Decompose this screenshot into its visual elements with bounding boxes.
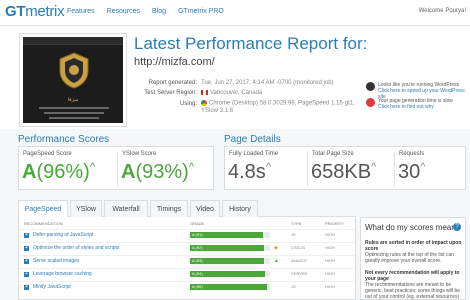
help-icon[interactable]: ? [453,223,461,231]
grade-bar: A (92) [190,245,270,251]
yslow-score[interactable]: YSlow Score A(93%)^ [118,147,214,189]
expand-icon[interactable]: + [24,272,29,277]
expand-icon[interactable]: + [24,259,29,264]
up-arrow-icon: ^ [188,161,194,173]
grade-fill: A (92) [190,245,264,251]
table-row[interactable]: + Defer parsing of JavaScript A (91) JS HIGH [19,229,355,240]
expand-icon[interactable]: + [24,285,29,290]
rule-type: JS [291,284,296,289]
grade-fill: A (93) [190,258,265,264]
rule-type: IMAGES [291,258,307,263]
table-row[interactable]: + Minify JavaScript A (96) JS HIGH [19,281,355,292]
performance-scores-box: PageSpeed Score A(96%)^ YSlow Score A(93… [18,146,214,190]
rule-priority: HIGH [325,284,335,289]
tab-waterfall[interactable]: Waterfall [104,200,148,217]
rule-priority: HIGH [325,232,335,237]
meta-row-generated: Report generated: Tue, Jun 27, 2017, 4:14… [148,80,334,86]
meta-row-region: Test Server Region: Vancouver, Canada [144,90,263,97]
trend-icon: ◆ [274,245,278,251]
rule-type: JS [291,232,296,237]
column-type: TYPE [291,221,302,226]
thumbnail-topbar [23,37,123,45]
canada-flag-icon [201,90,208,95]
grade-fill: A (94) [190,271,266,277]
trend-icon: ▲ [274,258,279,264]
report-header: میزفا Latest Performance Report for: htt… [0,26,470,129]
tab-pagespeed[interactable]: PageSpeed [18,200,68,218]
table-row[interactable]: + Leverage browser caching A (94) SERVER HIG… [19,268,355,279]
grade-bar: A (94) [190,271,270,277]
up-arrow-icon: ^ [420,161,426,173]
rule-type: SERVER [291,271,308,276]
recommendations-table: RECOMMENDATION GRADE TYPE PRIORITY + Defe… [18,217,356,300]
rule-name[interactable]: Leverage browser caching [33,271,92,277]
table-header: RECOMMENDATION GRADE TYPE PRIORITY [19,221,355,228]
column-priority: PRIORITY [325,221,344,226]
thumbnail-text-line [39,107,109,109]
top-bar: GTmetrix Features Resources Blog GTmetri… [0,0,470,26]
nav-gtmetrix-pro[interactable]: GTmetrix PRO [178,8,224,15]
rule-type: CSS/JS [291,245,306,250]
chrome-icon [201,100,207,106]
meta-row-using: Using: Chrome (Desktop) 58.0.3029.96, Pag… [179,100,355,107]
up-arrow-icon: ^ [265,161,271,173]
wordpress-icon [366,82,375,91]
grade-fill: A (91) [190,232,263,238]
emblem-icon [59,52,89,89]
report-url[interactable]: http://mizfa.com/ [134,56,215,68]
site-thumbnail: میزفا [20,34,126,126]
rule-name[interactable]: Serve scaled images [33,258,79,264]
page-details-heading: Page Details [224,134,281,145]
tab-timings[interactable]: Timings [150,200,188,217]
logo-metrix: metrix [25,3,65,20]
rule-name[interactable]: Minify JavaScript [33,284,71,290]
report-tabs: PageSpeed YSlow Waterfall Timings Video … [18,200,356,218]
rule-name[interactable]: Optimize the order of styles and scripts [33,245,119,251]
tab-yslow[interactable]: YSlow [70,200,102,217]
nav-resources[interactable]: Resources [107,8,140,15]
fully-loaded-time: Fully Loaded Time 4.8s^ [228,151,279,183]
main-nav: Features Resources Blog GTmetrix PRO [67,8,234,15]
expand-icon[interactable]: + [24,246,29,251]
page-details-box: Fully Loaded Time 4.8s^ Total Page Size … [224,146,466,190]
requests: Requests 30^ [398,151,426,183]
rule-priority: HIGH [325,245,335,250]
thumbnail-text-line [49,117,99,119]
warning-icon [366,98,375,107]
grade-bar: A (93) [190,258,270,264]
thumbnail-brand: میزفا [67,97,79,103]
rule-priority: HIGH [325,271,335,276]
logo-gt: GT [5,3,26,20]
up-arrow-icon: ^ [89,161,95,173]
column-recommendation: RECOMMENDATION [24,221,63,226]
pagespeed-score[interactable]: PageSpeed Score A(96%)^ [19,147,117,189]
report-title: Latest Performance Report for: [134,34,368,53]
total-page-size: Total Page Size 658KB^ [311,151,377,183]
meta-row-yslow: YSlow 3.1.8 [201,108,234,114]
up-arrow-icon: ^ [371,161,377,173]
nav-blog[interactable]: Blog [152,8,166,15]
panel-heading: What do my scores mean? [365,223,461,232]
tab-history[interactable]: History [222,200,258,217]
rule-priority: HIGH [325,258,335,263]
welcome-user[interactable]: Welcome Pourya! [419,8,466,14]
grade-bar: A (91) [190,232,270,238]
grade-fill: A (96) [190,284,267,290]
column-grade: GRADE [190,221,205,226]
scores-help-panel: What do my scores mean? ? Rules are sort… [360,217,466,300]
table-row[interactable]: + Serve scaled images A (93) ▲ IMAGES HIGH [19,255,355,266]
grade-bar: A (96) [190,284,270,290]
panel-body: Rules are sorted in order of impact upon… [365,240,462,300]
gtmetrix-logo[interactable]: GTmetrix [5,3,65,20]
table-row[interactable]: + Optimize the order of styles and script… [19,242,355,253]
tab-video[interactable]: Video [190,200,220,217]
performance-scores-heading: Performance Scores [18,134,110,145]
expand-icon[interactable]: + [24,233,29,238]
thumbnail-text-line [44,112,104,114]
rule-name[interactable]: Defer parsing of JavaScript [33,232,93,238]
nav-features[interactable]: Features [67,8,95,15]
